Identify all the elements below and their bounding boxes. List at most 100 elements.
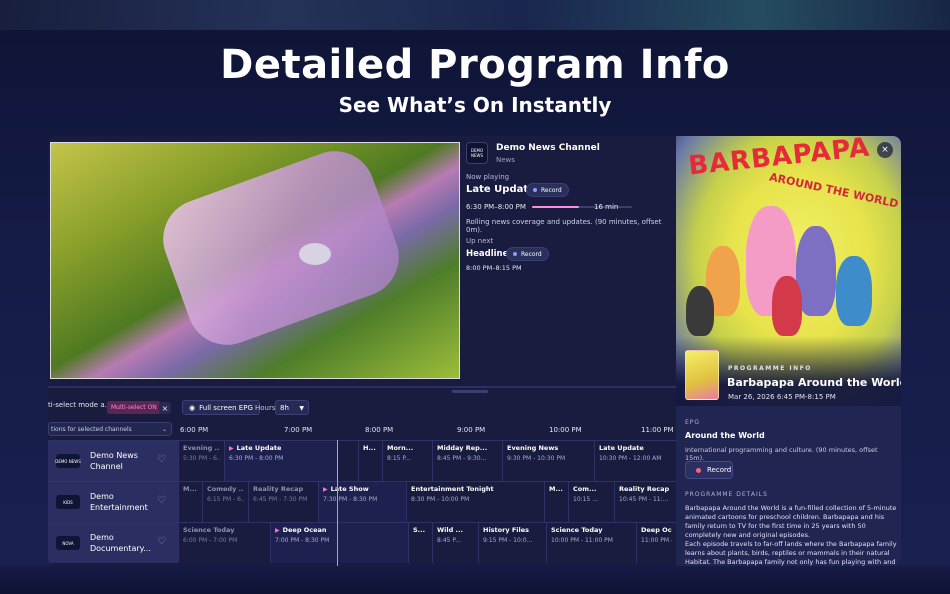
progress-bar bbox=[532, 206, 579, 208]
resize-handle[interactable] bbox=[452, 390, 488, 393]
program-cell-title: Midday Rep... bbox=[437, 444, 498, 452]
program-cell-time: 6:30 PM - 8:00 PM bbox=[229, 455, 284, 462]
record-program-button[interactable]: Record bbox=[685, 461, 733, 479]
program-cell[interactable]: Com... 10:15 ... bbox=[568, 482, 614, 522]
poster-figure bbox=[796, 226, 836, 316]
program-cell-title-text: Com... bbox=[573, 485, 597, 493]
program-thumbnail bbox=[685, 350, 719, 400]
channel-header[interactable]: DEMO NEWS Demo News Channel ♡ bbox=[48, 441, 178, 481]
eye-icon: ◉ bbox=[189, 403, 196, 412]
epg-toolbar: ti-select mode a... Multi-select ON × ◉ … bbox=[48, 398, 676, 418]
chevron-down-icon: ▼ bbox=[299, 405, 304, 412]
channel-actions-select[interactable]: tions for selected channels ⌄ bbox=[48, 422, 172, 436]
record-dot-icon bbox=[696, 467, 701, 473]
program-cell-title-text: M... bbox=[183, 485, 197, 493]
epg-description: International programming and culture. (… bbox=[685, 446, 878, 462]
program-cell[interactable]: History Files 9:15 PM - 10:0... bbox=[478, 523, 546, 563]
channel-header[interactable]: NOVA Demo Documentary... ♡ bbox=[48, 523, 178, 563]
hero-subtitle: See What’s On Instantly bbox=[338, 93, 612, 117]
poster-figure bbox=[772, 276, 802, 336]
multiselect-badge[interactable]: Multi-select ON bbox=[107, 401, 161, 414]
program-cell[interactable]: Comedy ... 6:15 PM - 6... bbox=[202, 482, 248, 522]
program-cell-time: 9:30 PM - 10:30 PM bbox=[507, 455, 566, 462]
current-program-description: Rolling news coverage and updates. (90 m… bbox=[466, 218, 662, 234]
time-remaining: 16 min bbox=[594, 203, 619, 211]
hours-select[interactable]: 8h ▼ bbox=[275, 400, 309, 415]
hours-label: Hours bbox=[255, 404, 276, 412]
program-cell[interactable]: Morn... 8:15 P... bbox=[382, 441, 432, 481]
now-playing-label: Now playing bbox=[466, 173, 510, 181]
heart-icon[interactable]: ♡ bbox=[157, 536, 166, 547]
program-cell[interactable]: Entertainment Tonight 8:30 PM - 10:00 PM bbox=[406, 482, 544, 522]
program-cell-title-text: Wild ... bbox=[437, 526, 463, 534]
program-cell-time: 8:45 P... bbox=[437, 537, 461, 544]
epg-label: EPG bbox=[685, 419, 701, 426]
program-cell[interactable]: Late Update 10:30 PM - 12:00 AM bbox=[594, 441, 676, 481]
hour-label: 11:00 PM bbox=[641, 426, 674, 434]
program-cell-title: Science Today bbox=[183, 526, 266, 534]
program-cell[interactable]: Wild ... 8:45 P... bbox=[432, 523, 478, 563]
program-cell-time: 8:15 P... bbox=[387, 455, 411, 462]
program-cell[interactable]: Evening News 9:30 PM - 10:30 PM bbox=[502, 441, 594, 481]
heart-icon[interactable]: ♡ bbox=[157, 495, 166, 506]
program-cell-title: Comedy ... bbox=[207, 485, 244, 493]
program-cell[interactable]: Deep Ocea... 11:00 PM - 1... bbox=[636, 523, 676, 563]
panel-divider bbox=[48, 386, 676, 388]
top-glow-strip bbox=[0, 0, 950, 30]
program-cell[interactable]: Science Today 6:00 PM - 7:00 PM bbox=[178, 523, 270, 563]
program-cell-title-text: Deep Ocea... bbox=[641, 526, 672, 534]
program-cell[interactable]: Reality Recap 6:45 PM - 7:30 PM bbox=[248, 482, 318, 522]
program-cell[interactable]: Evening ... 5:30 PM - 6... bbox=[178, 441, 224, 481]
program-cell-time: 5:30 PM - 6... bbox=[183, 455, 220, 462]
hero-title: Detailed Program Info bbox=[220, 42, 730, 88]
program-cell-title: Morn... bbox=[387, 444, 428, 452]
program-cell-time: 7:00 PM - 8:30 PM bbox=[275, 537, 330, 544]
video-player[interactable] bbox=[50, 139, 460, 379]
program-cell-title: Reality Recap bbox=[619, 485, 672, 493]
channel-name: Demo Entertainment bbox=[90, 492, 148, 512]
fullscreen-epg-button[interactable]: ◉ Full screen EPG bbox=[182, 400, 260, 415]
channel-row: DEMO NEWS Demo News Channel ♡ Evening ... 5:… bbox=[48, 440, 676, 481]
record-dot-icon bbox=[533, 188, 537, 192]
program-cell[interactable]: M... bbox=[178, 482, 202, 522]
program-cell[interactable]: ▶ Late Show 7:30 PM - 8:30 PM bbox=[318, 482, 406, 522]
program-cell[interactable]: S... bbox=[408, 523, 432, 563]
epg-app-window: DEMO NEWS Demo News Channel News Now pla… bbox=[48, 136, 901, 566]
program-cell-title: Deep Ocea... bbox=[641, 526, 672, 534]
program-cell-title: History Files bbox=[483, 526, 542, 534]
channel-logo: DEMO NEWS bbox=[466, 142, 488, 164]
close-icon[interactable]: × bbox=[877, 142, 893, 158]
program-cell-time: 10:00 PM - 11:00 PM bbox=[551, 537, 613, 544]
record-next-button[interactable]: Record bbox=[506, 247, 549, 261]
program-cell-title-text: Morn... bbox=[387, 444, 414, 452]
program-cell-title-text: Science Today bbox=[183, 526, 235, 534]
program-cell-title-text: Deep Ocean bbox=[282, 526, 327, 534]
chevron-down-icon: ⌄ bbox=[161, 426, 167, 433]
program-cell[interactable]: H... bbox=[358, 441, 382, 481]
program-cell[interactable]: Reality Recap 10:45 PM - 11:... bbox=[614, 482, 676, 522]
channel-logo: DEMO NEWS bbox=[55, 454, 81, 468]
record-dot-icon bbox=[513, 252, 517, 256]
program-cell[interactable]: ▶ Late Update 6:30 PM - 8:00 PM bbox=[224, 441, 338, 481]
program-cell[interactable]: ▶ Deep Ocean 7:00 PM - 8:30 PM bbox=[270, 523, 408, 563]
hour-label: 8:00 PM bbox=[365, 426, 394, 434]
program-cell[interactable]: Midday Rep... 8:45 PM - 9:30... bbox=[432, 441, 502, 481]
program-info-panel: BARBAPAPA AROUND THE WORLD × PROGRAMME I… bbox=[676, 136, 901, 566]
program-cell[interactable]: Science Today 10:00 PM - 11:00 PM bbox=[546, 523, 636, 563]
close-multiselect-button[interactable]: × bbox=[159, 402, 171, 414]
program-cell-title: Com... bbox=[573, 485, 610, 493]
channel-header[interactable]: KIDS Demo Entertainment ♡ bbox=[48, 482, 178, 522]
program-cell-title-text: S... bbox=[413, 526, 426, 534]
live-play-icon: ▶ bbox=[229, 445, 234, 452]
program-cell-title-text: Comedy ... bbox=[207, 485, 244, 493]
heart-icon[interactable]: ♡ bbox=[157, 454, 166, 465]
hour-label: 10:00 PM bbox=[549, 426, 582, 434]
record-button[interactable]: Record bbox=[526, 183, 569, 197]
program-cell-title-text: Reality Recap bbox=[619, 485, 670, 493]
program-cell-time: 10:15 ... bbox=[573, 496, 598, 503]
programme-details-text: Barbapapa Around the World is a fun-fill… bbox=[685, 504, 897, 566]
program-cell[interactable]: M... bbox=[544, 482, 568, 522]
program-cell-title-text: Late Update bbox=[599, 444, 644, 452]
next-program-time: 8:00 PM–8:15 PM bbox=[466, 264, 522, 272]
program-cell-title-text: Reality Recap bbox=[253, 485, 304, 493]
